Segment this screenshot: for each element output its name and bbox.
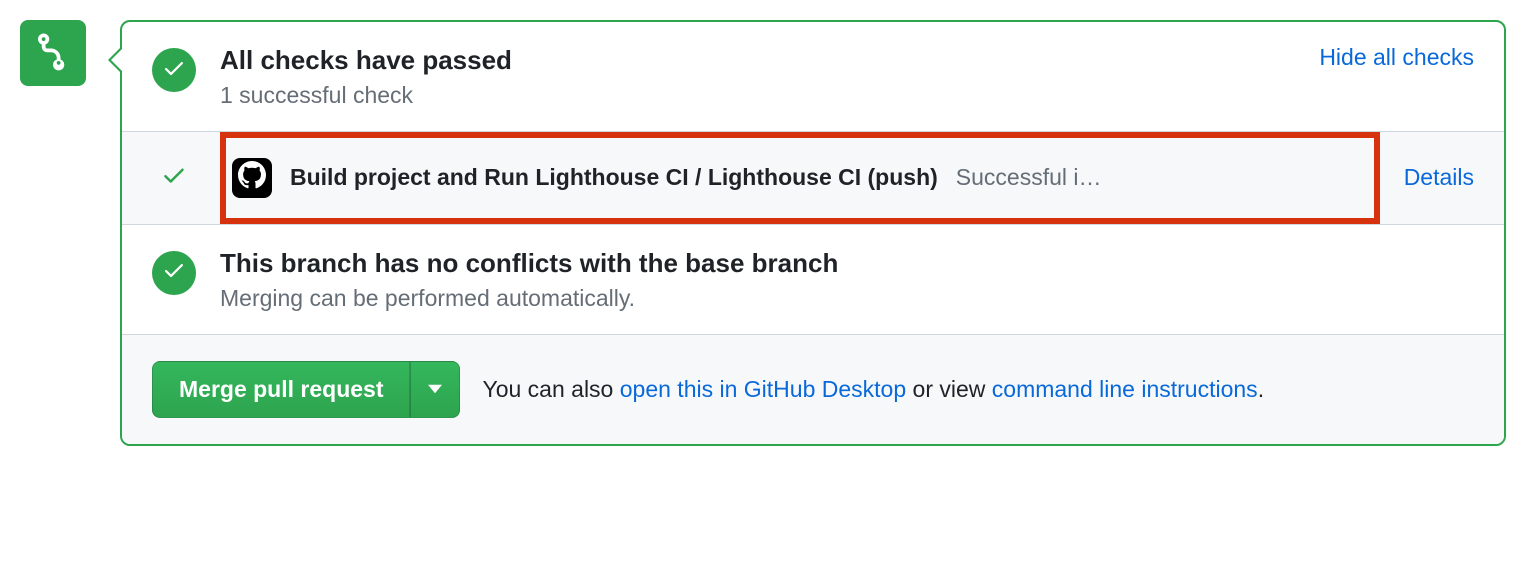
merge-text-mid: or view bbox=[906, 376, 992, 402]
merge-text-prefix: You can also bbox=[482, 376, 619, 402]
command-line-instructions-link[interactable]: command line instructions bbox=[992, 376, 1258, 402]
git-merge-icon bbox=[33, 31, 73, 76]
toggle-checks-link[interactable]: Hide all checks bbox=[1319, 44, 1474, 71]
check-item-name: Build project and Run Lighthouse CI / Li… bbox=[290, 164, 938, 191]
open-in-desktop-link[interactable]: open this in GitHub Desktop bbox=[620, 376, 906, 402]
merge-pull-request-button[interactable]: Merge pull request bbox=[152, 361, 410, 418]
check-item-highlight: Build project and Run Lighthouse CI / Li… bbox=[220, 132, 1380, 224]
merge-action-section: Merge pull request You can also open thi… bbox=[122, 334, 1504, 444]
check-icon bbox=[162, 56, 186, 85]
check-icon bbox=[162, 258, 186, 287]
check-icon bbox=[161, 162, 187, 193]
conflicts-subtitle: Merging can be performed automatically. bbox=[220, 285, 1474, 312]
check-item-status-text: Successful i… bbox=[956, 164, 1102, 191]
checks-status-badge bbox=[152, 48, 196, 92]
check-details-link[interactable]: Details bbox=[1404, 164, 1474, 191]
conflicts-title: This branch has no conflicts with the ba… bbox=[220, 247, 1474, 281]
check-item-status bbox=[152, 162, 196, 193]
merge-button-group: Merge pull request bbox=[152, 361, 460, 418]
check-item-row: Build project and Run Lighthouse CI / Li… bbox=[122, 131, 1504, 225]
caret-down-icon bbox=[428, 382, 442, 397]
merge-text-suffix: . bbox=[1258, 376, 1264, 402]
conflicts-body: This branch has no conflicts with the ba… bbox=[220, 247, 1474, 312]
checks-summary-body: All checks have passed 1 successful chec… bbox=[220, 44, 1303, 109]
checks-summary-section: All checks have passed 1 successful chec… bbox=[122, 22, 1504, 131]
conflicts-status-badge bbox=[152, 251, 196, 295]
checks-title: All checks have passed bbox=[220, 44, 1303, 78]
merge-timeline-badge bbox=[20, 20, 86, 86]
checks-subtitle: 1 successful check bbox=[220, 82, 1303, 109]
merge-panel: All checks have passed 1 successful chec… bbox=[120, 20, 1506, 446]
conflicts-section: This branch has no conflicts with the ba… bbox=[122, 225, 1504, 334]
pr-merge-panel-container: All checks have passed 1 successful chec… bbox=[20, 20, 1506, 446]
merge-options-dropdown-button[interactable] bbox=[410, 361, 460, 418]
merge-help-text: You can also open this in GitHub Desktop… bbox=[482, 376, 1264, 403]
github-actions-logo bbox=[232, 158, 272, 198]
github-icon bbox=[238, 161, 266, 194]
